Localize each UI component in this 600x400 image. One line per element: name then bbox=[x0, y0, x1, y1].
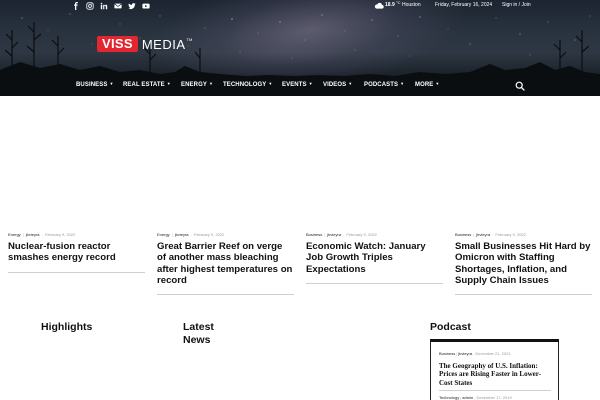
nav-label: REAL ESTATE bbox=[123, 82, 165, 88]
article-author[interactable]: jbvieyra bbox=[175, 232, 189, 237]
chevron-down-icon: ▼ bbox=[268, 81, 273, 86]
podcast-item-meta: Technology|admin-December 17, 2019 bbox=[439, 395, 512, 400]
top-bar: 18.9 °C Houston Friday, February 16, 202… bbox=[0, 0, 600, 12]
article-date: February 9, 2022 bbox=[193, 232, 225, 237]
youtube-icon[interactable] bbox=[141, 1, 151, 11]
instagram-icon[interactable] bbox=[85, 1, 95, 11]
chevron-down-icon: ▼ bbox=[435, 81, 440, 86]
nav-label: TECHNOLOGY bbox=[223, 82, 267, 88]
article-category[interactable]: Energy bbox=[8, 232, 21, 237]
nav-item-more[interactable]: MORE ▼ bbox=[415, 81, 439, 88]
article-author[interactable]: jbvieyra bbox=[476, 232, 490, 237]
nav-label: BUSINESS bbox=[76, 82, 108, 88]
nav-label: EVENTS bbox=[282, 82, 307, 88]
nav-label: VIDEOS bbox=[323, 82, 347, 88]
article-title[interactable]: Great Barrier Reef on verge of another m… bbox=[157, 241, 294, 286]
article-date: February 9, 2022 bbox=[346, 232, 377, 237]
site-header: 18.9 °C Houston Friday, February 16, 202… bbox=[0, 0, 600, 96]
podcast-item-title[interactable]: The Geography of U.S. Inflation: Prices … bbox=[439, 362, 554, 387]
weather-city: Houston bbox=[402, 2, 421, 8]
card-divider bbox=[157, 294, 294, 295]
logo-trademark: TM bbox=[186, 37, 193, 42]
article-author[interactable]: jbvieyra bbox=[327, 232, 341, 237]
nav-item-videos[interactable]: VIDEOS ▼ bbox=[323, 81, 352, 88]
article-card[interactable]: Energy | jbvieyra - February 9, 2022 Great B… bbox=[157, 232, 294, 286]
podcast-heading: Podcast bbox=[430, 321, 471, 333]
linkedin-icon[interactable] bbox=[99, 1, 109, 11]
logo-box: VISS bbox=[97, 36, 138, 52]
article-meta: Business | jbvieyra - February 9, 2022 bbox=[306, 232, 377, 237]
podcast-author[interactable]: admin bbox=[462, 395, 473, 400]
article-title[interactable]: Nuclear-fusion reactor smashes energy re… bbox=[8, 241, 145, 264]
article-date: February 9, 2022 bbox=[44, 232, 76, 237]
nav-item-energy[interactable]: ENERGY ▼ bbox=[181, 81, 213, 88]
latest-news-heading: Latest News bbox=[183, 321, 214, 347]
chevron-down-icon: ▼ bbox=[400, 81, 405, 86]
article-date: February 9, 2022 bbox=[495, 232, 526, 237]
podcast-divider bbox=[439, 390, 551, 391]
podcast-date: December 17, 2019 bbox=[476, 395, 512, 400]
card-divider bbox=[455, 294, 592, 295]
podcast-author[interactable]: jbvieyra bbox=[458, 351, 472, 356]
article-title[interactable]: Economic Watch: January Job Growth Tripl… bbox=[306, 241, 443, 275]
twitter-icon[interactable] bbox=[127, 1, 137, 11]
podcast-category[interactable]: Technology bbox=[439, 395, 459, 400]
article-card[interactable]: Business | jbvieyra - February 9, 2022 Small… bbox=[455, 232, 592, 286]
highlights-heading: Highlights bbox=[41, 321, 93, 333]
search-icon[interactable] bbox=[515, 81, 525, 91]
chevron-down-icon: ▼ bbox=[166, 81, 171, 86]
nav-label: MORE bbox=[415, 82, 434, 88]
latest-news-line1: Latest bbox=[183, 321, 214, 333]
article-category[interactable]: Business bbox=[306, 232, 322, 237]
main-nav: BUSINESS ▼ REAL ESTATE ▼ ENERGY ▼ TECHNOLOG… bbox=[0, 76, 600, 96]
article-category[interactable]: Business bbox=[455, 232, 471, 237]
article-card[interactable]: Business | jbvieyra - February 9, 2022 Econo… bbox=[306, 232, 443, 275]
nav-item-podcasts[interactable]: PODCASTS ▼ bbox=[364, 81, 404, 88]
temperature-scale: C bbox=[397, 0, 401, 5]
podcast-date: December 21, 2021 bbox=[475, 351, 511, 356]
card-divider bbox=[306, 283, 443, 284]
nav-item-technology[interactable]: TECHNOLOGY ▼ bbox=[223, 81, 272, 88]
nav-item-real-estate[interactable]: REAL ESTATE ▼ bbox=[123, 81, 171, 88]
cloud-icon bbox=[374, 2, 384, 9]
logo-text: MEDIA bbox=[141, 36, 186, 52]
facebook-icon[interactable] bbox=[71, 1, 81, 11]
article-category[interactable]: Energy bbox=[157, 232, 170, 237]
card-divider bbox=[8, 272, 145, 273]
article-card[interactable]: Energy | jbvieyra - February 9, 2022 Nuclear… bbox=[8, 232, 145, 264]
podcast-category[interactable]: Business bbox=[439, 351, 455, 356]
email-icon[interactable] bbox=[113, 1, 123, 11]
nav-label: ENERGY bbox=[181, 82, 207, 88]
article-title[interactable]: Small Businesses Hit Hard by Omicron wit… bbox=[455, 241, 592, 286]
nav-item-events[interactable]: EVENTS ▼ bbox=[282, 81, 313, 88]
podcast-list: Business|jbvieyra-December 21, 2021 The … bbox=[430, 339, 559, 400]
signin-link[interactable]: Sign in / Join bbox=[502, 2, 531, 8]
article-author[interactable]: jbvieyra bbox=[26, 232, 40, 237]
nav-label: PODCASTS bbox=[364, 82, 399, 88]
chevron-down-icon: ▼ bbox=[208, 81, 214, 86]
article-meta: Business | jbvieyra - February 9, 2022 bbox=[455, 232, 526, 237]
latest-news-line2: News bbox=[183, 334, 211, 346]
chevron-down-icon: ▼ bbox=[348, 81, 353, 86]
temperature-value: 18.9 bbox=[385, 2, 395, 8]
article-meta: Energy | jbvieyra - February 9, 2022 bbox=[8, 232, 76, 237]
podcast-item-meta: Business|jbvieyra-December 21, 2021 bbox=[439, 351, 511, 356]
nav-item-business[interactable]: BUSINESS ▼ bbox=[76, 81, 114, 88]
current-date: Friday, February 16, 2024 bbox=[435, 2, 493, 8]
temperature-unit: °C bbox=[396, 0, 401, 5]
site-logo[interactable]: VISS MEDIA TM bbox=[97, 36, 192, 52]
article-meta: Energy | jbvieyra - February 9, 2022 bbox=[157, 232, 225, 237]
chevron-down-icon: ▼ bbox=[109, 81, 114, 86]
chevron-down-icon: ▼ bbox=[308, 81, 313, 86]
